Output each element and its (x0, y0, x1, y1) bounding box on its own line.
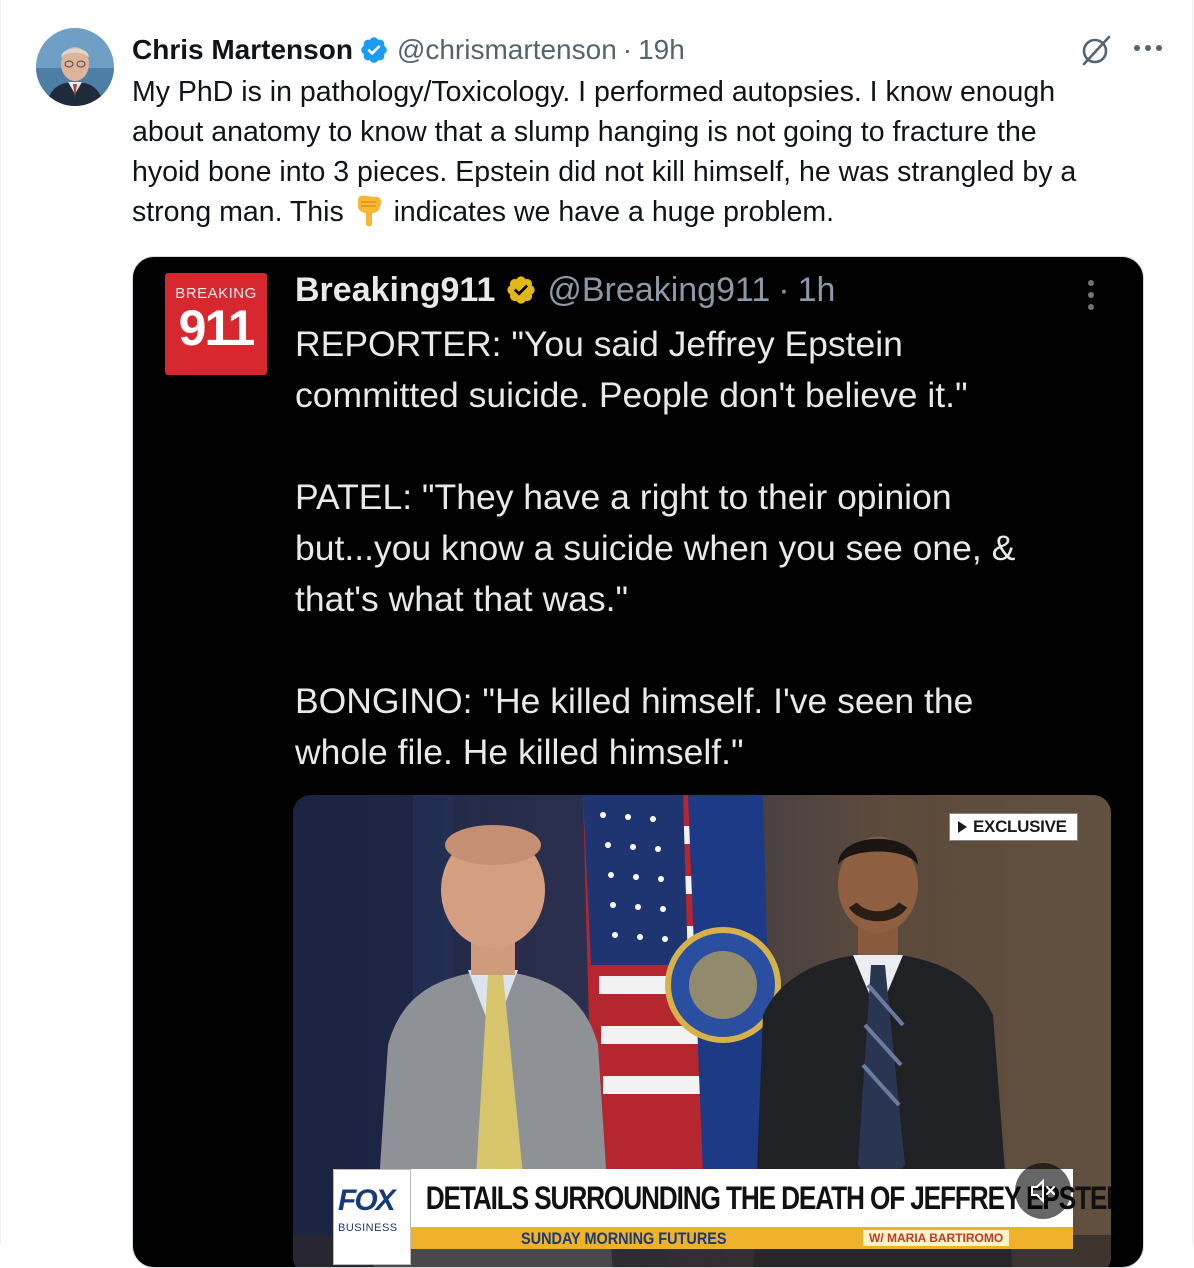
header-separator: · (622, 34, 633, 65)
gold-verified-badge-icon (505, 274, 537, 306)
video-player[interactable]: EXCLUSIVE FOX BUSINESS DETAILS SURROUNDI… (293, 795, 1111, 1267)
embedded-text: REPORTER: "You said Jeffrey Epstein comm… (295, 319, 1125, 778)
embedded-line: REPORTER: "You said Jeffrey Epstein (295, 324, 903, 364)
speaker-muted-icon[interactable] (1015, 1163, 1071, 1219)
author-name[interactable]: Chris Martenson (132, 34, 353, 66)
host-label: W/ MARIA BARTIROMO (863, 1230, 1010, 1246)
breaking911-logo: BREAKING 911 (165, 273, 267, 375)
pointing-down-emoji-icon (354, 194, 384, 228)
embedded-header: Breaking911 @Breaking911 · 1h (295, 269, 835, 311)
tweet-header: Chris Martenson @chrismartenson · 19h (132, 30, 685, 70)
exclusive-badge: EXCLUSIVE (949, 813, 1078, 841)
network-logo: FOX BUSINESS (333, 1169, 411, 1265)
tweet-line: hyoid bone into 3 pieces. Epstein did no… (132, 156, 1077, 188)
embedded-separator: · (778, 270, 790, 309)
news-chyron: FOX BUSINESS DETAILS SURROUNDING THE DEA… (333, 1169, 1111, 1265)
network-sub-text: BUSINESS (338, 1222, 398, 1234)
show-name: SUNDAY MORNING FUTURES (521, 1229, 727, 1248)
embedded-line: PATEL: "They have a right to their opini… (295, 477, 952, 517)
more-options-icon[interactable] (1128, 28, 1168, 68)
embedded-timestamp: 1h (797, 270, 836, 309)
tweet-line-part: strong man. This (132, 196, 344, 228)
chyron-headline: DETAILS SURROUNDING THE DEATH OF JEFFREY… (411, 1169, 1111, 1227)
chyron-headline-text: DETAILS SURROUNDING THE DEATH OF JEFFREY… (425, 1179, 1111, 1216)
author-avatar[interactable] (36, 28, 114, 106)
embedded-line: but...you know a suicide when you see on… (295, 528, 1016, 568)
exclusive-label: EXCLUSIVE (973, 817, 1067, 836)
logo-number: 911 (178, 300, 256, 356)
tweet-timestamp[interactable]: 19h (638, 34, 685, 66)
verified-badge-icon[interactable] (359, 35, 389, 65)
play-triangle-icon (958, 821, 967, 833)
grok-icon[interactable] (1078, 32, 1114, 68)
network-logo-text: FOX (338, 1184, 396, 1217)
embedded-more-icon (1079, 275, 1103, 315)
author-handle[interactable]: @chrismartenson (397, 34, 617, 66)
embedded-media[interactable]: BREAKING 911 Breaking911 @Breaking911 · … (132, 256, 1144, 1268)
embedded-line: BONGINO: "He killed himself. I've seen t… (295, 681, 974, 721)
embedded-line: committed suicide. People don't believe … (295, 375, 968, 415)
tweet-line: about anatomy to know that a slump hangi… (132, 116, 1037, 148)
tweet-text: My PhD is in pathology/Toxicology. I per… (132, 72, 1182, 232)
embedded-line: whole file. He killed himself." (295, 732, 744, 772)
tweet-line: strong man. This indicates we have a hug… (132, 192, 1182, 232)
embedded-author-name: Breaking911 (295, 270, 496, 309)
tweet-line-part: indicates we have a huge problem. (393, 196, 835, 228)
embedded-line: that's what that was." (295, 579, 629, 619)
tweet-line: My PhD is in pathology/Toxicology. I per… (132, 76, 1056, 108)
embedded-handle: @Breaking911 (547, 270, 771, 309)
